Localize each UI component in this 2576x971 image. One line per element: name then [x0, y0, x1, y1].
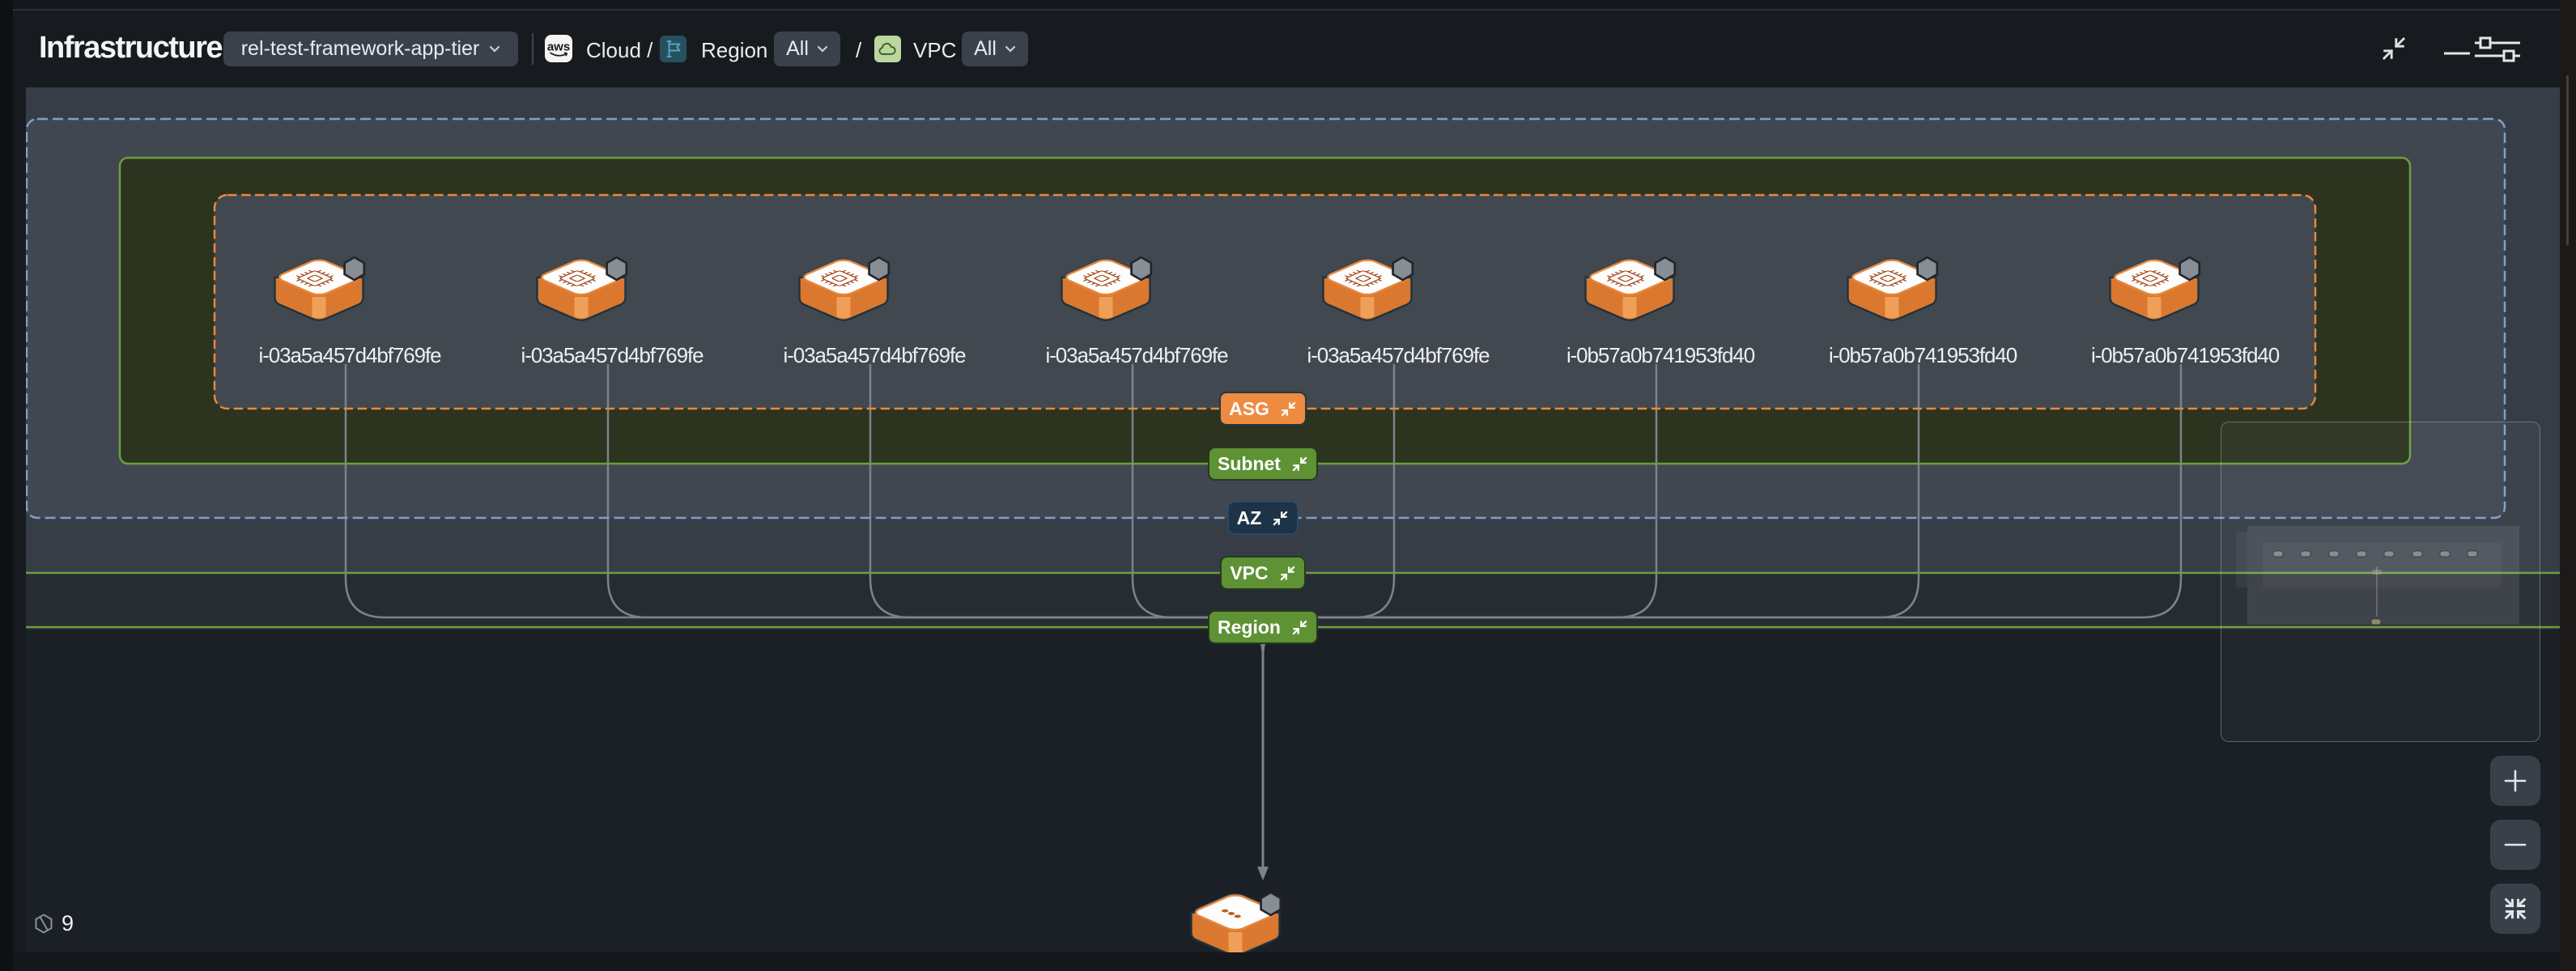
svg-text:aws: aws [547, 40, 570, 54]
